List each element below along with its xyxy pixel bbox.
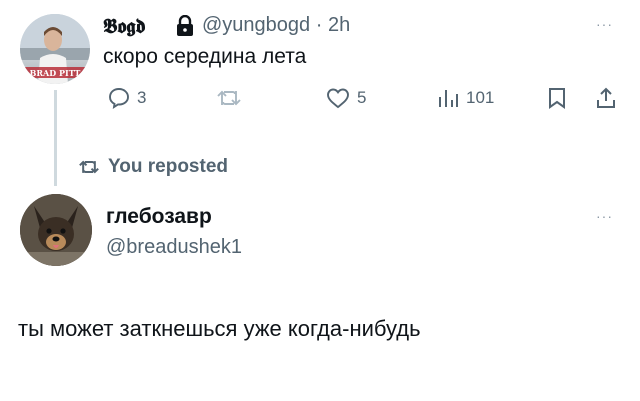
repost-icon xyxy=(217,90,241,106)
share-button[interactable] xyxy=(594,86,618,110)
avatar-caption: BRAD PITT xyxy=(29,68,81,78)
bookmark-button[interactable] xyxy=(546,86,568,110)
author-handle[interactable]: @breadushek1 xyxy=(106,236,242,259)
tweet-text: скоро середина лета xyxy=(103,45,307,68)
post-time[interactable]: · 2h xyxy=(316,14,350,36)
bookmark-icon xyxy=(549,88,565,109)
repost-indicator[interactable]: You reposted xyxy=(78,156,228,178)
author-name[interactable]: глебозавр xyxy=(106,205,212,229)
reply-button[interactable]: 3 xyxy=(107,86,146,110)
lock-icon xyxy=(177,15,193,36)
more-icon[interactable]: ··· xyxy=(596,16,613,32)
author-handle[interactable]: @yungbogd xyxy=(202,14,310,36)
avatar-yungbogd[interactable]: BRAD PITT xyxy=(20,14,90,84)
views-button[interactable]: 101 xyxy=(436,86,494,110)
avatar-image xyxy=(20,194,92,266)
like-count: 5 xyxy=(357,88,367,107)
repost-label: You reposted xyxy=(108,156,228,177)
reply-count: 3 xyxy=(137,88,147,107)
like-button[interactable]: 5 xyxy=(325,86,366,110)
views-icon xyxy=(439,90,458,107)
like-icon xyxy=(327,88,349,109)
more-icon[interactable]: ··· xyxy=(596,208,613,224)
tweet-text: ты может заткнешься уже когда-нибудь xyxy=(18,316,421,341)
repost-icon xyxy=(79,160,99,174)
author-handle-time[interactable]: @yungbogd · 2h xyxy=(202,14,350,37)
repost-button[interactable] xyxy=(216,86,242,110)
reply-icon xyxy=(109,88,129,109)
share-icon xyxy=(597,87,615,108)
views-count: 101 xyxy=(466,88,495,107)
thread-line xyxy=(54,90,57,186)
avatar-breadushek1[interactable] xyxy=(20,194,92,266)
author-name[interactable]: 𝕭𝖔𝖌𝖉 xyxy=(103,14,146,38)
